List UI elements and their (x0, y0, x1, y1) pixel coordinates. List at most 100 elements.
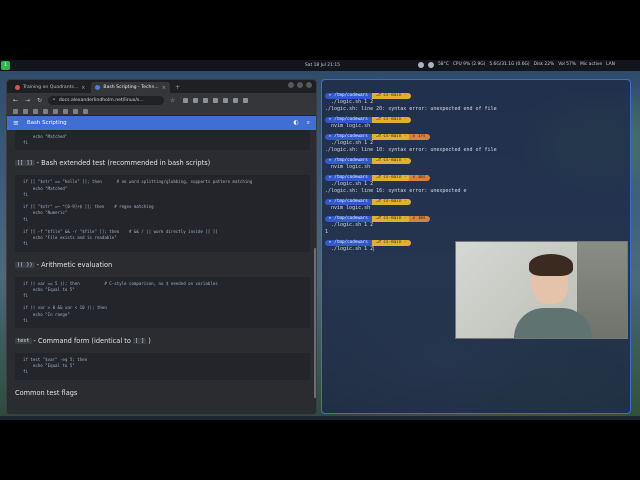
error-output: ./logic.sh: line 10: syntax error: unexp… (325, 147, 497, 153)
close-icon[interactable]: × (81, 85, 85, 91)
command-line: nvim logic.sh (331, 205, 371, 211)
prompt-git-branch: ⎇ cs-main - (371, 239, 411, 246)
code-line: fi (23, 241, 28, 247)
code-line: fi (23, 140, 28, 146)
reload-icon[interactable]: ↻ (36, 97, 43, 104)
prompt-git-branch: ⎇ cs-main - (371, 215, 411, 222)
search-icon[interactable]: ⌕ (307, 119, 310, 127)
new-tab-icon[interactable]: + (175, 84, 180, 91)
bookmark-icon[interactable] (73, 108, 78, 114)
prompt-directory: /tmp/codewars (325, 198, 372, 205)
prompt-git-branch: ⎇ cs-main - (371, 174, 411, 181)
hamburger-menu-icon[interactable]: ≡ (13, 119, 19, 127)
tab-title: Training on Quadrants... (23, 85, 79, 90)
error-output: ./logic.sh: line 16: syntax error: unexp… (325, 188, 467, 194)
command-line: ./logic.sh 1 2 (331, 140, 374, 146)
maximize-icon[interactable] (297, 82, 303, 88)
desktop: 1 Sat 18 Jul 21:15 58°C CPU 9% (2.9G) 5.… (0, 60, 640, 420)
cursor: ▏ (373, 246, 377, 252)
command-line: ./logic.sh 1 2 (331, 222, 374, 228)
minimize-icon[interactable] (288, 82, 294, 88)
prompt-directory: /tmp/codewars (325, 174, 372, 181)
workspace-indicator[interactable]: 1 (1, 61, 10, 70)
prompt-directory: /tmp/codewars (325, 116, 372, 123)
bookmark-icon[interactable] (63, 108, 68, 114)
heading-code: [ ] (132, 338, 147, 345)
menu-icon[interactable] (243, 97, 248, 103)
close-icon[interactable]: × (162, 85, 166, 91)
scrollbar[interactable] (314, 248, 316, 398)
prompt-directory: /tmp/codewars (325, 239, 372, 246)
heading-text: Common test flags (15, 388, 78, 397)
prompt-directory: /tmp/codewars (325, 92, 372, 99)
theme-toggle-icon[interactable]: ◐ (293, 119, 298, 127)
forward-icon[interactable]: → (24, 97, 31, 104)
site-info-icon[interactable]: ⚬ (52, 98, 56, 103)
extension-icon[interactable] (233, 97, 238, 103)
prompt-directory: /tmp/codewars (325, 215, 372, 222)
prompt-line: /tmp/codewars⎇ cs-main -✗ 1?s (325, 133, 627, 140)
browser-window: Training on Quadrants... × Bash Scriptin… (6, 79, 317, 415)
clock[interactable]: Sat 18 Jul 21:15 (305, 63, 340, 68)
section-heading: [[ ]] - Bash extended test (recommended … (15, 159, 310, 167)
heading-text: - Command form (identical to (33, 337, 131, 346)
heading-code: [[ ]] (15, 160, 35, 167)
tray-disk: Disk 22% (533, 62, 555, 67)
bookmark-icon[interactable] (23, 108, 28, 114)
prompt-line: /tmp/codewars⎇ cs-main - (325, 157, 627, 164)
bookmark-icon[interactable] (53, 108, 58, 114)
prompt-git-branch: ⎇ cs-main - (371, 157, 411, 164)
bookmark-icon[interactable] (33, 108, 38, 114)
heading-text: - Bash extended test (recommended in bas… (36, 159, 211, 168)
bookmark-icon[interactable] (13, 108, 18, 114)
back-icon[interactable]: ← (12, 97, 19, 104)
url-text: docs.alexanderlindholm.net/linux/s... (58, 97, 144, 103)
address-bar[interactable]: ⚬ docs.alexanderlindholm.net/linux/s... (48, 95, 164, 105)
tab-training[interactable]: Training on Quadrants... × (11, 82, 89, 93)
command-line: nvim logic.sh (331, 164, 371, 170)
window-controls (288, 82, 312, 88)
person-hair (529, 254, 573, 276)
prompt-git-branch: ⎇ cs-main - (371, 198, 411, 205)
site-favicon-icon (95, 85, 101, 90)
extension-icon[interactable] (203, 97, 208, 103)
error-output: ./logic.sh: line 20: syntax error: unexp… (325, 106, 497, 112)
tray-mem: 5.6G/31.1G (0.6G) (489, 62, 530, 67)
prompt-exit-status: ✗ 1?s (408, 133, 430, 140)
prompt-line: /tmp/codewars⎇ cs-main - (325, 92, 627, 99)
prompt-line: /tmp/codewars⎇ cs-main - (325, 198, 627, 205)
extension-icon[interactable] (193, 97, 198, 103)
heading-code: (( )) (15, 261, 35, 268)
extension-icon[interactable] (183, 97, 188, 103)
tray-mic[interactable]: Mic active (580, 62, 602, 67)
top-status-bar: 1 Sat 18 Jul 21:15 58°C CPU 9% (2.9G) 5.… (0, 60, 640, 71)
extension-icon[interactable] (223, 97, 228, 103)
navigation-bar: ← → ↻ ⚬ docs.alexanderlindholm.net/linux… (7, 93, 316, 107)
code-block: if (( var == 5 )); then # C-style compar… (15, 276, 310, 329)
bookmark-star-icon[interactable]: ☆ (169, 97, 176, 104)
close-window-icon[interactable] (306, 82, 312, 88)
tab-bash-scripting[interactable]: Bash Scripting - Techn... × (91, 82, 170, 93)
mic-icon[interactable] (428, 61, 434, 68)
bookmark-icon[interactable] (43, 108, 48, 114)
extension-icons (183, 97, 248, 103)
prompt-directory: /tmp/codewars (325, 157, 372, 164)
code-line: fi (23, 317, 28, 323)
bottom-edge (0, 416, 640, 420)
docs-header: ≡ Bash Scripting ◐ ⌕ (7, 116, 316, 130)
tray-volume[interactable]: Vol 57% (558, 62, 576, 67)
webcam-overlay (455, 241, 628, 339)
speaker-icon[interactable] (418, 61, 424, 68)
heading-text: - Arithmetic evaluation (36, 260, 113, 269)
prompt-exit-status: ✗ 1ms (408, 215, 430, 222)
command-line: ./logic.sh 1 2 (331, 99, 374, 105)
tray-cpu: CPU 9% (2.9G) (452, 62, 486, 67)
extension-icon[interactable] (213, 97, 218, 103)
tray-network[interactable]: LAN (606, 62, 615, 67)
prompt-line: /tmp/codewars⎇ cs-main -✗ 1ms (325, 174, 627, 181)
site-favicon-icon (15, 85, 20, 90)
prompt-git-branch: ⎇ cs-main - (371, 133, 411, 140)
code-block: if test "$var" -eq 5; then echo "Equal t… (15, 353, 310, 380)
prompt-line: /tmp/codewars⎇ cs-main - (325, 116, 627, 123)
bookmark-icon[interactable] (83, 108, 88, 114)
